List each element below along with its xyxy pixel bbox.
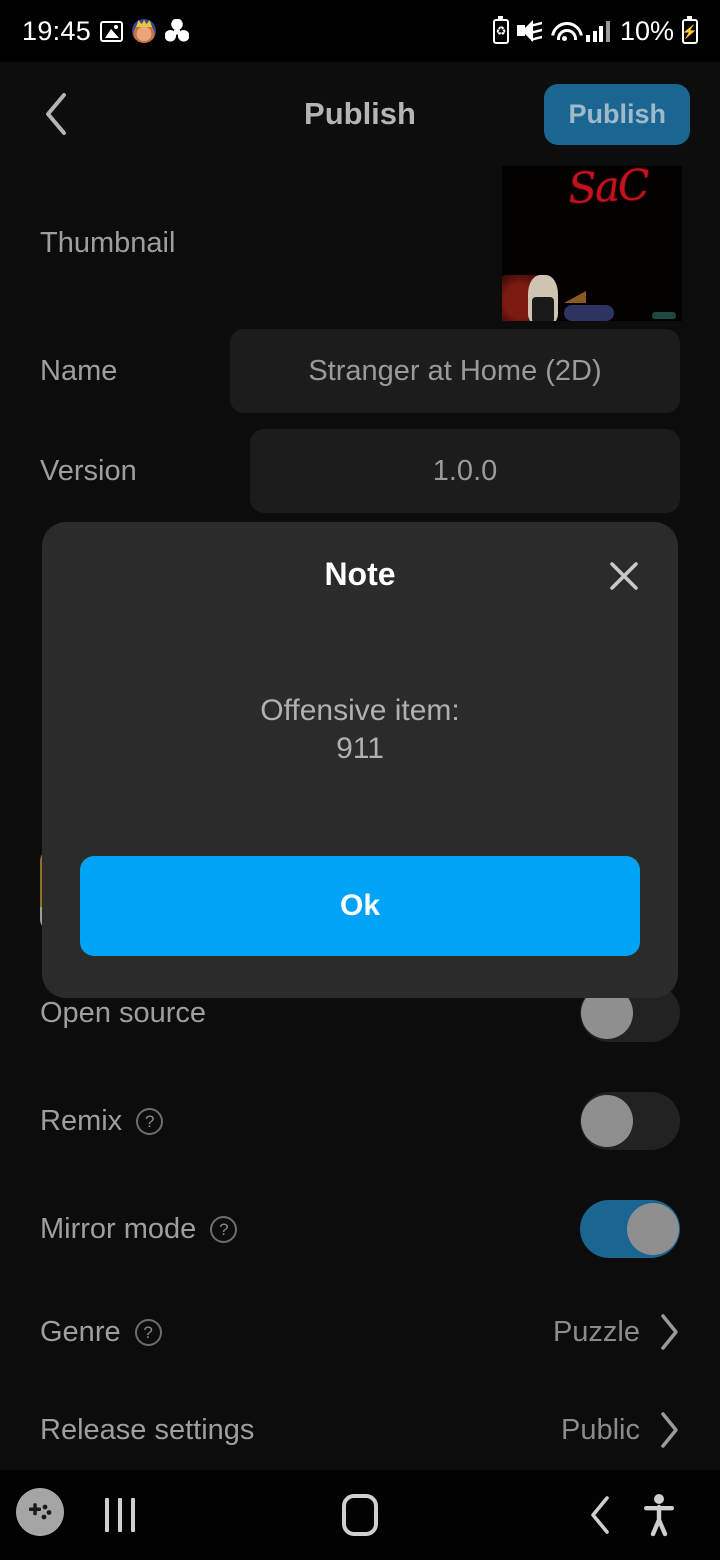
thumbnail-row: Thumbnail SaC (0, 166, 720, 321)
genre-label: Genre (40, 1315, 121, 1348)
fan-icon (165, 19, 190, 43)
question-mark-icon[interactable]: ? (210, 1215, 238, 1243)
accessibility-icon (644, 1494, 674, 1537)
gallery-icon (100, 20, 124, 42)
remix-toggle[interactable] (580, 1092, 680, 1150)
chevron-right-icon (658, 1411, 680, 1449)
publish-button[interactable]: Publish (544, 83, 690, 145)
back-button[interactable] (30, 88, 82, 140)
chevron-right-icon (658, 1313, 680, 1351)
cellular-signal-icon (586, 20, 610, 42)
name-label: Name (40, 354, 118, 387)
genre-value: Puzzle (552, 1315, 640, 1348)
ok-button[interactable]: Ok (80, 856, 640, 956)
character-app-icon (132, 19, 157, 43)
status-bar-right: 10% (492, 15, 698, 47)
release-settings-label: Release settings (40, 1413, 255, 1446)
mirror-mode-label: Mirror mode (40, 1212, 197, 1245)
charging-battery-icon (682, 15, 698, 44)
remix-row: Remix ? (0, 1067, 720, 1175)
recents-icon (105, 1498, 135, 1532)
mute-vibrate-icon (516, 19, 543, 43)
recents-button[interactable] (65, 1470, 175, 1560)
status-bar-left: 19:45 (22, 15, 190, 47)
home-button[interactable] (305, 1470, 415, 1560)
gamepad-floating-button[interactable] (16, 1488, 64, 1536)
thumbnail-art-roof (564, 291, 586, 303)
home-icon (342, 1494, 378, 1536)
thumbnail-art-couch (564, 305, 614, 321)
battery-percent-label: 10% (619, 15, 674, 46)
close-button[interactable] (598, 550, 650, 602)
close-icon (610, 562, 638, 590)
version-input[interactable]: 1.0.0 (250, 429, 680, 513)
version-row: Version 1.0.0 (0, 421, 720, 521)
name-row: Name Stranger at Home (2D) (0, 321, 720, 421)
question-mark-icon[interactable]: ? (136, 1107, 164, 1135)
release-settings-row[interactable]: Release settings Public (0, 1381, 720, 1479)
battery-saver-icon (492, 15, 509, 44)
system-navigation-bar (0, 1470, 720, 1560)
remix-label: Remix (40, 1104, 123, 1137)
app-screen: 19:45 10% Publish Publish Thumbnail (0, 0, 720, 1560)
wifi-icon (551, 20, 578, 42)
note-dialog-message: Offensive item: 911 (42, 630, 678, 769)
accessibility-button[interactable] (604, 1470, 714, 1560)
app-bar: Publish Publish (0, 62, 720, 166)
thumbnail-art-foliage (652, 312, 676, 319)
name-input[interactable]: Stranger at Home (2D) (230, 329, 680, 413)
toggle-knob (627, 1203, 679, 1255)
toggle-knob (581, 1095, 633, 1147)
gamepad-floating-icon (24, 1496, 56, 1528)
mirror-mode-row: Mirror mode ? (0, 1175, 720, 1283)
thumbnail-image[interactable]: SaC (502, 166, 682, 321)
thumbnail-art-shadow (532, 297, 554, 321)
chevron-left-icon (46, 93, 66, 135)
status-bar: 19:45 10% (0, 0, 720, 62)
genre-row[interactable]: Genre ? Puzzle (0, 1283, 720, 1381)
note-message-line-2: 911 (336, 732, 384, 766)
release-settings-value: Public (561, 1413, 640, 1446)
question-mark-icon[interactable]: ? (134, 1318, 162, 1346)
thumbnail-label: Thumbnail (40, 227, 176, 259)
open-source-label: Open source (40, 996, 207, 1029)
note-dialog-title: Note (324, 556, 396, 592)
note-dialog: Note Offensive item: 911 Ok (42, 522, 678, 998)
note-message-line-1: Offensive item: (260, 694, 460, 727)
mirror-mode-toggle[interactable] (580, 1200, 680, 1258)
version-label: Version (40, 454, 137, 487)
status-bar-clock: 19:45 (22, 15, 92, 46)
note-dialog-header: Note (42, 522, 678, 630)
thumbnail-caption: SaC (566, 166, 650, 214)
